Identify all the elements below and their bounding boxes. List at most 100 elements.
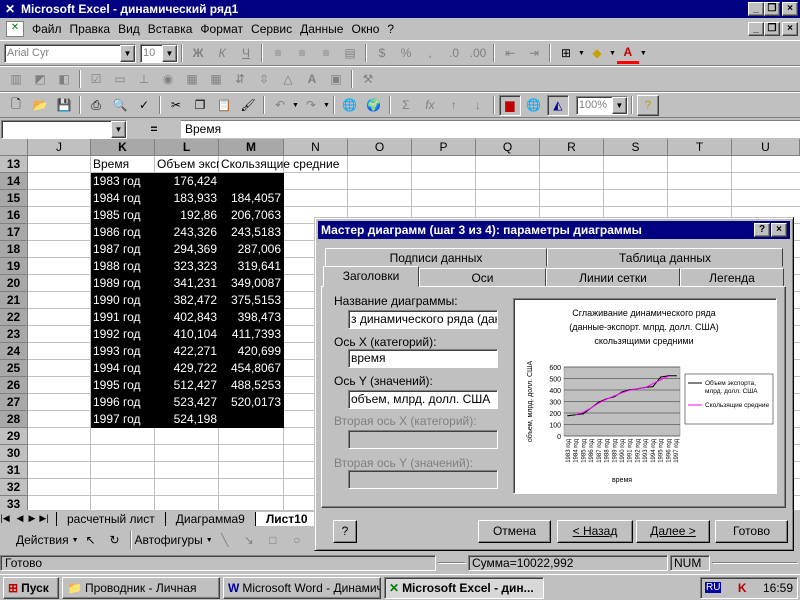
row-header[interactable]: 22 — [0, 309, 28, 326]
cell-volume[interactable]: 341,231 — [155, 275, 217, 292]
chevron-down-icon[interactable]: ▼ — [162, 44, 177, 62]
cell-volume[interactable]: 183,933 — [155, 190, 217, 207]
cell-moving-avg[interactable]: 349,0087 — [219, 275, 281, 292]
col-header[interactable]: R — [540, 139, 604, 156]
cell-time[interactable]: 1994 год — [93, 360, 153, 377]
row-header[interactable]: 25 — [0, 360, 28, 377]
finish-button[interactable]: Готово — [715, 520, 788, 543]
chart-wizard-button-icon[interactable]: ▆ — [498, 94, 521, 116]
last-sheet-icon[interactable]: ▶| — [38, 513, 50, 524]
cell-time[interactable]: 1992 год — [93, 326, 153, 343]
cell-volume[interactable]: 410,104 — [155, 326, 217, 343]
cut-icon[interactable]: ✂ — [165, 95, 187, 116]
cancel-button[interactable]: Отмена — [478, 520, 551, 543]
doc-restore-button[interactable]: ❐ — [764, 22, 780, 36]
formula-input[interactable]: Время — [181, 120, 800, 138]
row-header[interactable]: 26 — [0, 377, 28, 394]
cell-volume[interactable]: 402,843 — [155, 309, 217, 326]
cell-time[interactable]: 1996 год — [93, 394, 153, 411]
menu-data[interactable]: Данные — [296, 22, 347, 36]
cell-moving-avg[interactable]: 287,006 — [219, 241, 281, 258]
cell-volume[interactable]: 294,369 — [155, 241, 217, 258]
cell-volume[interactable]: 512,427 — [155, 377, 217, 394]
tools-icon[interactable]: ⚒ — [357, 69, 379, 90]
align-left-icon[interactable]: ≡ — [267, 43, 289, 64]
cell-moving-avg[interactable]: 420,699 — [219, 343, 281, 360]
excel-app-icon[interactable]: ✕ — [2, 2, 18, 16]
chevron-down-icon[interactable]: ▼ — [640, 50, 647, 57]
close-button[interactable]: × — [782, 2, 798, 16]
menu-edit[interactable]: Правка — [66, 22, 115, 36]
open-folder-icon[interactable]: 📂 — [29, 95, 51, 116]
row-header[interactable]: 14 — [0, 173, 28, 190]
cell-volume[interactable]: 422,271 — [155, 343, 217, 360]
draw-actions-menu[interactable]: Действия — [16, 533, 69, 547]
col-header[interactable]: P — [412, 139, 476, 156]
free-rotate-icon[interactable]: ↻ — [104, 530, 126, 551]
chevron-down-icon[interactable]: ▼ — [578, 50, 585, 57]
next-button[interactable]: Далее > — [636, 520, 710, 543]
row-header[interactable]: 13 — [0, 156, 28, 173]
save-icon[interactable]: 💾 — [53, 95, 75, 116]
map-icon[interactable]: 🌐 — [523, 95, 545, 116]
chevron-down-icon[interactable]: ▼ — [206, 537, 213, 544]
autosum-button[interactable]: Σ — [395, 95, 417, 116]
line-control-icon[interactable]: ⊥ — [133, 69, 155, 90]
fill-color-icon[interactable]: ◆ — [586, 43, 608, 64]
borders-icon[interactable]: ⊞ — [555, 43, 577, 64]
paste-function-button[interactable]: fx — [419, 95, 441, 116]
cell-volume[interactable]: 323,323 — [155, 258, 217, 275]
task-excel[interactable]: ✕ Microsoft Excel - дин... — [384, 576, 544, 599]
web-toolbar-icon[interactable]: 🌍 — [363, 95, 385, 116]
x-axis-input[interactable]: время — [348, 349, 498, 368]
window-title-bar[interactable]: ✕ Microsoft Excel - динамический ряд1 _ … — [0, 0, 800, 18]
sort-descending-icon[interactable]: ↓ — [467, 95, 489, 116]
image-tool-icon[interactable]: ▣ — [325, 69, 347, 90]
arrow-tool-icon[interactable]: ↘ — [238, 530, 260, 551]
checkbox-control-icon[interactable]: ☑ — [85, 69, 107, 90]
bold-button[interactable]: Ж — [187, 43, 209, 64]
sheet-tab[interactable]: Диаграмма9 — [164, 511, 255, 526]
tray-app-icon[interactable]: K — [738, 581, 747, 595]
row-header[interactable]: 30 — [0, 445, 28, 462]
oval-tool-icon[interactable]: ○ — [286, 530, 308, 551]
paste-icon[interactable]: 📋 — [213, 95, 235, 116]
drawing-icon[interactable]: ◭ — [546, 94, 569, 116]
underline-button[interactable]: Ч — [235, 43, 257, 64]
col-header[interactable]: J — [28, 139, 91, 156]
row-header[interactable]: 31 — [0, 462, 28, 479]
secondary-y-input[interactable] — [348, 470, 498, 489]
percent-button[interactable]: % — [395, 43, 417, 64]
cell-header-moving-avg[interactable]: Скользящие средние — [221, 156, 361, 173]
undo-icon[interactable]: ↶ — [269, 95, 291, 116]
col-header[interactable]: M — [219, 139, 284, 156]
name-box[interactable]: ▼ — [1, 119, 127, 139]
chevron-down-icon[interactable]: ▼ — [611, 96, 627, 114]
select-all-corner[interactable] — [0, 139, 28, 156]
col-header[interactable]: T — [668, 139, 732, 156]
merge-center-icon[interactable]: ▤ — [339, 43, 361, 64]
cell-volume[interactable]: 176,424 — [155, 173, 217, 190]
chevron-down-icon[interactable]: ▼ — [323, 102, 330, 109]
cell-moving-avg[interactable] — [219, 173, 281, 190]
row-header[interactable]: 29 — [0, 428, 28, 445]
align-right-icon[interactable]: ≡ — [315, 43, 337, 64]
cell-moving-avg[interactable]: 319,641 — [219, 258, 281, 275]
minimize-button[interactable]: _ — [748, 2, 764, 16]
row-header[interactable]: 15 — [0, 190, 28, 207]
row-header[interactable]: 18 — [0, 241, 28, 258]
restore-button[interactable]: ❐ — [764, 2, 780, 16]
cell-time[interactable]: 1989 год — [93, 275, 153, 292]
menu-format[interactable]: Формат — [196, 22, 247, 36]
col-header[interactable]: L — [155, 139, 219, 156]
row-header[interactable]: 32 — [0, 479, 28, 496]
row-header[interactable]: 16 — [0, 207, 28, 224]
autoshapes-menu[interactable]: Автофигуры — [135, 533, 203, 547]
col-header[interactable]: Q — [476, 139, 540, 156]
option-control-icon[interactable]: ◉ — [157, 69, 179, 90]
spinner-control-icon[interactable]: ⇵ — [229, 69, 251, 90]
y-axis-input[interactable]: объем, млрд. долл. США — [348, 390, 498, 409]
row-header[interactable]: 23 — [0, 326, 28, 343]
chart-options-icon[interactable]: ◧ — [53, 69, 75, 90]
language-indicator[interactable]: RU — [705, 582, 722, 593]
